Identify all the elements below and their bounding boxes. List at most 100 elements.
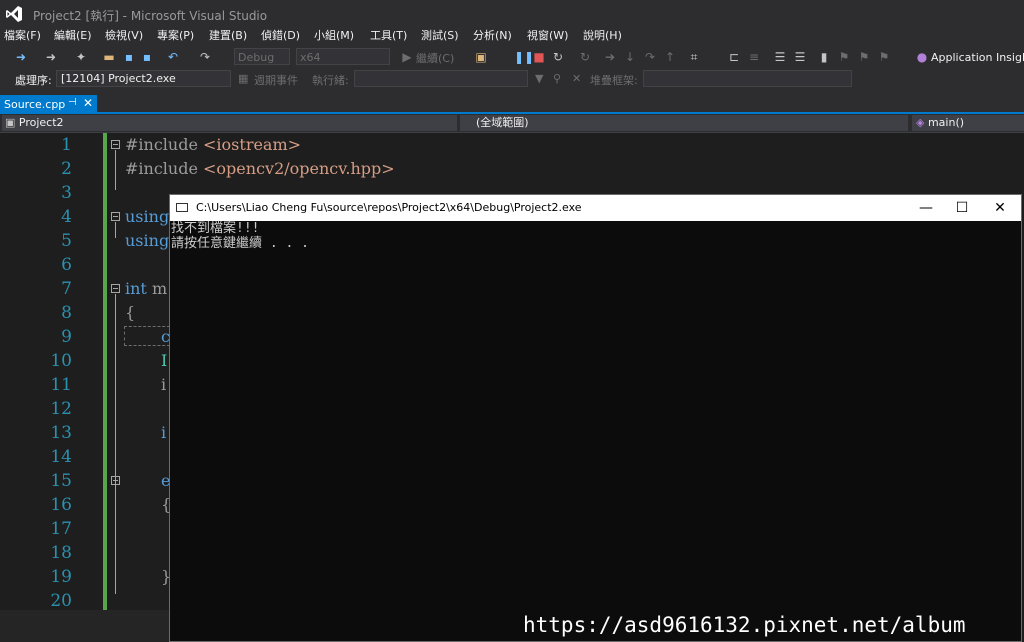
line-number: 4: [61, 207, 72, 227]
fold-toggle[interactable]: [111, 476, 120, 485]
lifecycle-events-icon[interactable]: ▦: [238, 72, 248, 85]
code-line-10: I: [161, 351, 168, 370]
bottom-watermark-strip: [0, 610, 169, 642]
project-select[interactable]: ▣ Project2: [2, 115, 457, 131]
menu-window[interactable]: 視窗(W): [527, 28, 568, 46]
process-icon[interactable]: ▣: [474, 50, 488, 64]
stack-frame-label: 堆疊框架:: [590, 74, 638, 87]
line-number: 9: [61, 327, 72, 347]
hex-display-icon[interactable]: ⌗: [687, 50, 701, 64]
process-select[interactable]: [12104] Project2.exe: [56, 70, 231, 87]
line-number-gutter: 1 2 3 4 5 6 7 8 9 10 11 12 13 14 15 16 1…: [0, 133, 72, 642]
next-bookmark-icon[interactable]: ⚑: [857, 50, 871, 64]
console-scrollbar[interactable]: [1006, 221, 1021, 641]
stop-icon[interactable]: ■: [532, 50, 546, 64]
line-number: 8: [61, 303, 72, 323]
prev-bookmark-icon[interactable]: ⚑: [837, 50, 851, 64]
visual-studio-logo-icon: [6, 6, 22, 22]
stack-frame-select[interactable]: [643, 70, 852, 87]
scope-label: (全域範圍): [476, 116, 529, 129]
maximize-button[interactable]: ☐: [943, 195, 981, 221]
undo-icon[interactable]: ↶: [166, 50, 180, 64]
fold-toggle[interactable]: [111, 140, 120, 149]
console-app-icon: [176, 203, 188, 212]
line-number: 3: [61, 183, 72, 203]
member-select[interactable]: ◈ main(): [912, 115, 1024, 131]
code-line-1: #include <iostream>: [125, 135, 302, 154]
filter-icon[interactable]: ▼: [535, 72, 543, 85]
menu-project[interactable]: 專案(P): [157, 28, 194, 46]
align-icon[interactable]: ☰: [773, 50, 787, 64]
lifecycle-events-label[interactable]: 週期事件: [254, 72, 298, 88]
console-output[interactable]: 找不到檔案!!! 請按任意鍵繼續 . . .: [170, 221, 1021, 641]
save-all-icon[interactable]: ▪: [140, 50, 154, 64]
forward-icon[interactable]: ➜: [44, 50, 58, 64]
line-number: 17: [50, 519, 72, 539]
line-number: 10: [50, 351, 72, 371]
menu-help[interactable]: 說明(H): [583, 28, 622, 46]
bookmark-icon[interactable]: ▮: [817, 50, 831, 64]
step-over-icon[interactable]: ➔: [603, 50, 617, 64]
menu-team[interactable]: 小組(M): [314, 28, 354, 46]
thread-select[interactable]: [354, 70, 528, 87]
platform-select[interactable]: x64: [296, 48, 390, 65]
clear-bookmark-icon[interactable]: ⚑: [877, 50, 891, 64]
console-line: 找不到檔案!!!: [171, 221, 260, 236]
document-tab-strip: Source.cpp ⊣ ✕: [0, 90, 1024, 114]
close-button[interactable]: ✕: [981, 195, 1019, 221]
pause-icon[interactable]: ❚❚: [514, 50, 534, 64]
open-file-icon[interactable]: ▬: [102, 50, 116, 64]
restart-icon[interactable]: ↻: [551, 50, 565, 64]
thread-icon[interactable]: ⊏: [727, 50, 741, 64]
stack-icon[interactable]: ≡: [747, 50, 761, 64]
menu-view[interactable]: 檢視(V): [105, 28, 143, 46]
show-next-statement-icon[interactable]: ↻: [578, 50, 592, 64]
application-insights-button[interactable]: Application Insights: [931, 51, 1024, 64]
fold-guide: [115, 222, 116, 238]
close-tab-icon[interactable]: ✕: [83, 96, 93, 110]
scope-select[interactable]: (全域範圍): [460, 115, 908, 131]
line-number: 7: [61, 279, 72, 299]
member-label: main(): [927, 116, 965, 129]
console-title-bar[interactable]: C:\Users\Liao Cheng Fu\source\repos\Proj…: [170, 195, 1021, 221]
code-line-7: int m: [125, 279, 168, 298]
indent-icon[interactable]: ☰: [793, 50, 807, 64]
flag-icon[interactable]: ⚲: [553, 72, 561, 85]
fold-guide: [115, 150, 116, 190]
console-line: 請按任意鍵繼續 . . .: [171, 236, 309, 251]
title-bar: Project2 [執行] - Microsoft Visual Studio: [0, 0, 1024, 28]
menu-debug[interactable]: 偵錯(D): [261, 28, 300, 46]
tab-label: Source.cpp: [4, 98, 66, 111]
line-number: 14: [50, 447, 72, 467]
line-number: 6: [61, 255, 72, 275]
continue-icon[interactable]: ▶: [400, 50, 414, 64]
step-out-icon[interactable]: ↑: [663, 50, 677, 64]
fold-toggle[interactable]: [111, 212, 120, 221]
line-number: 5: [61, 231, 72, 251]
menu-build[interactable]: 建置(B): [209, 28, 247, 46]
console-window[interactable]: C:\Users\Liao Cheng Fu\source\repos\Proj…: [169, 194, 1022, 642]
continue-label[interactable]: 繼續(C): [416, 50, 454, 66]
new-project-icon[interactable]: ✦: [74, 50, 88, 64]
menu-test[interactable]: 測試(S): [421, 28, 459, 46]
save-icon[interactable]: ▪: [122, 50, 136, 64]
menu-file[interactable]: 檔案(F): [4, 28, 41, 46]
minimize-button[interactable]: —: [907, 195, 945, 221]
menu-bar: 檔案(F) 編輯(E) 檢視(V) 專案(P) 建置(B) 偵錯(D) 小組(M…: [0, 28, 1024, 46]
standard-toolbar: ➜ ➜ ✦ ▬ ▪ ▪ ↶ ↷ Debug x64 ▶ 繼續(C) ▣ ❚❚ ■…: [0, 46, 1024, 68]
pin-icon[interactable]: ⊣: [68, 97, 77, 108]
change-tracking-bar: [103, 133, 107, 642]
line-number: 12: [50, 399, 72, 419]
redo-icon[interactable]: ↷: [198, 50, 212, 64]
fold-toggle[interactable]: [111, 284, 120, 293]
collapse-icon[interactable]: ✕: [572, 72, 581, 85]
menu-tools[interactable]: 工具(T): [370, 28, 407, 46]
code-line-8: {: [125, 303, 136, 322]
menu-edit[interactable]: 編輯(E): [54, 28, 92, 46]
configuration-select[interactable]: Debug: [234, 48, 290, 65]
menu-analyze[interactable]: 分析(N): [473, 28, 512, 46]
step-over-icon-2[interactable]: ↷: [643, 50, 657, 64]
step-into-icon[interactable]: ↓: [623, 50, 637, 64]
lightbulb-icon[interactable]: ●: [915, 50, 929, 64]
back-icon[interactable]: ➜: [14, 50, 28, 64]
